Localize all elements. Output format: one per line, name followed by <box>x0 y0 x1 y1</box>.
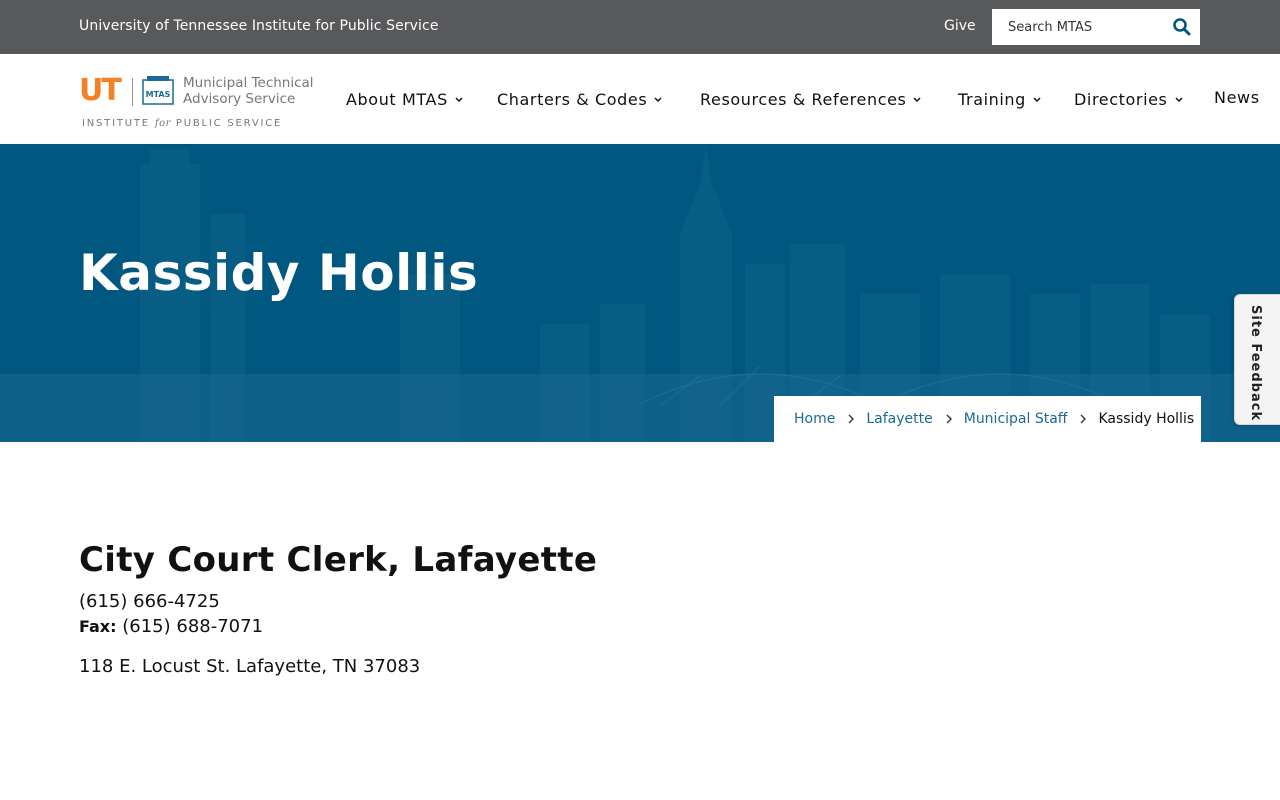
nav-label: Charters & Codes <box>497 90 648 109</box>
nav-label: Resources & References <box>700 90 907 109</box>
institute-link[interactable]: University of Tennessee Institute for Pu… <box>79 18 439 34</box>
seal-text: MTAS <box>146 90 171 99</box>
fax-line: Fax: (615) 688-7071 <box>79 616 979 637</box>
utility-bar: University of Tennessee Institute for Pu… <box>0 0 1280 54</box>
mtas-name-line1: Municipal Technical <box>183 75 314 91</box>
search-icon[interactable] <box>1172 17 1192 37</box>
nav-training[interactable]: Training <box>958 90 1042 109</box>
chevron-down-icon <box>1033 96 1041 102</box>
site-header: UT MTAS Municipal Technical Advisory Ser… <box>0 54 1280 144</box>
chevron-right-icon <box>848 414 855 424</box>
ips-tagline: INSTITUTE for PUBLIC SERVICE <box>82 118 282 129</box>
breadcrumb: Home Lafayette Municipal Staff Kassidy H… <box>774 396 1201 442</box>
site-feedback-label: Site Feedback <box>1248 305 1263 422</box>
ips-tagline-for: for <box>154 118 171 129</box>
mtas-seal-icon: MTAS <box>142 76 174 106</box>
breadcrumb-lafayette[interactable]: Lafayette <box>866 411 932 427</box>
breadcrumb-current: Kassidy Hollis <box>1098 411 1195 427</box>
phone-number[interactable]: (615) 666-4725 <box>79 591 979 612</box>
chevron-down-icon <box>1174 96 1183 102</box>
site-logo[interactable]: UT MTAS Municipal Technical Advisory Ser… <box>79 74 319 132</box>
nav-about-mtas[interactable]: About MTAS <box>346 90 464 109</box>
breadcrumb-municipal-staff[interactable]: Municipal Staff <box>964 411 1068 427</box>
fax-number: (615) 688-7071 <box>122 616 264 637</box>
page-title: Kassidy Hollis <box>79 244 479 302</box>
search-box <box>992 9 1200 45</box>
chevron-down-icon <box>913 96 921 102</box>
staff-position: City Court Clerk, Lafayette <box>79 540 598 580</box>
mtas-name-line2: Advisory Service <box>183 91 296 107</box>
chevron-right-icon <box>946 414 952 424</box>
chevron-down-icon <box>455 96 463 102</box>
nav-directories[interactable]: Directories <box>1074 90 1184 109</box>
ips-tagline-post: PUBLIC SERVICE <box>175 118 283 129</box>
mtas-name: Municipal Technical Advisory Service <box>183 75 314 107</box>
nav-label: Training <box>958 90 1026 109</box>
give-link[interactable]: Give <box>944 18 976 34</box>
staff-contact: City Court Clerk, Lafayette (615) 666-47… <box>79 540 979 677</box>
nav-charters-codes[interactable]: Charters & Codes <box>497 90 663 109</box>
logo-divider <box>132 78 133 106</box>
nav-label: Directories <box>1074 90 1168 109</box>
nav-label: News <box>1214 88 1260 107</box>
chevron-right-icon <box>1080 414 1087 424</box>
nav-label: About MTAS <box>346 90 448 109</box>
breadcrumb-home[interactable]: Home <box>794 411 835 427</box>
search-input[interactable] <box>992 9 1162 45</box>
nav-resources-references[interactable]: Resources & References <box>700 90 922 109</box>
ips-tagline-pre: INSTITUTE <box>82 118 150 129</box>
address: 118 E. Locust St. Lafayette, TN 37083 <box>79 656 421 677</box>
chevron-down-icon <box>654 96 662 102</box>
fax-label: Fax: <box>79 617 117 636</box>
site-feedback-tab[interactable]: Site Feedback <box>1234 294 1280 425</box>
ut-logo-mark: UT <box>79 73 122 108</box>
nav-news[interactable]: News <box>1214 88 1260 107</box>
